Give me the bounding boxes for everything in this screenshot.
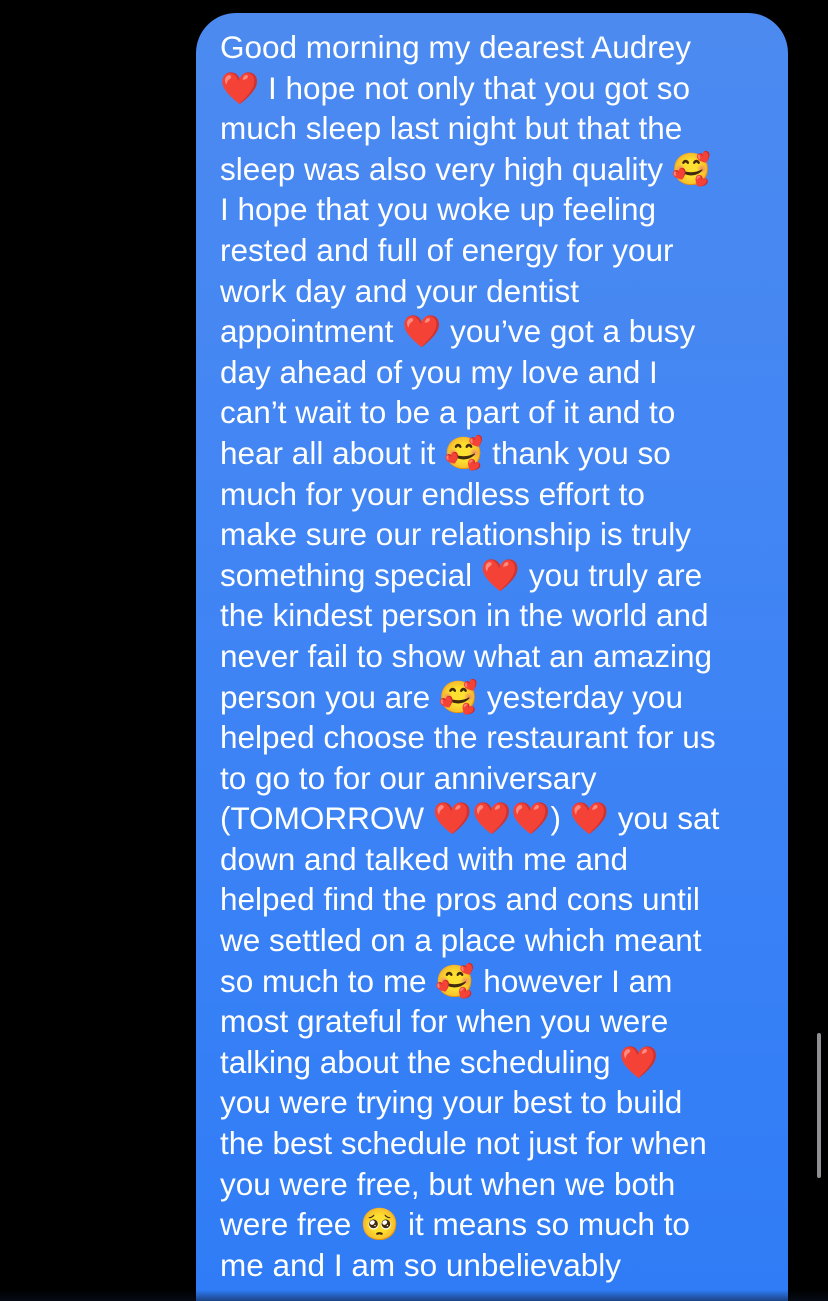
message-text: Good morning my dearest Audrey ❤️ I hope …: [220, 27, 774, 1285]
message-line: me and I am so unbelievably: [220, 1246, 621, 1283]
message-line: can’t wait to be a part of it and to: [220, 394, 676, 431]
message-line: talking about the scheduling ❤️: [220, 1043, 659, 1080]
message-line: day ahead of you my love and I: [220, 353, 658, 390]
message-line: appointment ❤️ you’ve got a busy: [220, 313, 696, 350]
message-line: to go to for our anniversary: [220, 759, 597, 796]
conversation-screen: Good morning my dearest Audrey ❤️ I hope …: [0, 0, 828, 1301]
message-line: most grateful for when you were: [220, 1003, 669, 1040]
message-line: never fail to show what an amazing: [220, 637, 713, 674]
message-line: Good morning my dearest Audrey: [220, 29, 691, 65]
message-line: much sleep last night but that the: [220, 110, 683, 147]
message-line: sleep was also very high quality 🥰: [220, 150, 711, 187]
message-line: helped choose the restaurant for us: [220, 719, 716, 756]
message-line: something special ❤️ you truly are: [220, 556, 703, 593]
message-line: rested and full of energy for your: [220, 231, 674, 268]
message-line: person you are 🥰 yesterday you: [220, 678, 683, 715]
bottom-edge-shadow: [0, 1290, 828, 1301]
message-line: the kindest person in the world and: [220, 597, 709, 634]
message-line: were free 🥺 it means so much to: [220, 1206, 690, 1243]
message-line: you were trying your best to build: [220, 1084, 683, 1121]
message-line: you were free, but when we both: [220, 1165, 676, 1202]
message-line: the best schedule not just for when: [220, 1125, 707, 1162]
message-line: work day and your dentist: [220, 272, 579, 309]
message-line: down and talked with me and: [220, 840, 629, 877]
message-line: so much to me 🥰 however I am: [220, 962, 673, 999]
message-line: helped find the pros and cons until: [220, 881, 700, 918]
outgoing-message-bubble[interactable]: Good morning my dearest Audrey ❤️ I hope …: [196, 13, 788, 1301]
message-line: much for your endless effort to: [220, 475, 645, 512]
message-line: we settled on a place which meant: [220, 922, 702, 959]
message-line: I hope that you woke up feeling: [220, 191, 657, 228]
message-line: ❤️ I hope not only that you got so: [220, 69, 691, 106]
message-line: (TOMORROW ❤️❤️❤️) ❤️ you sat: [220, 800, 720, 837]
message-line: hear all about it 🥰 thank you so: [220, 434, 671, 471]
message-line: make sure our relationship is truly: [220, 516, 691, 553]
scroll-indicator[interactable]: [817, 1033, 821, 1178]
